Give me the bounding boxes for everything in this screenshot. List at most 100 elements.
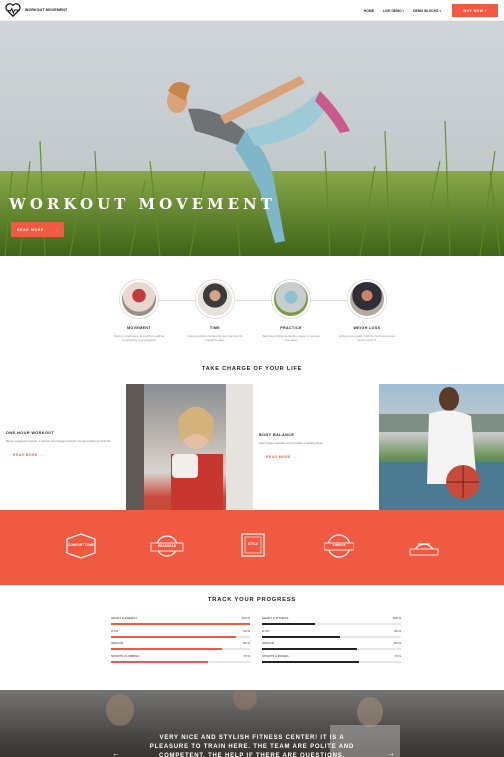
top-navbar: WORKOUT MOVEMENT HOME LIVE DEMO ▾ DEMO B… — [0, 0, 504, 21]
nav-link-label: LIVE DEMO — [382, 8, 402, 13]
progress-track — [111, 635, 250, 638]
progress-fill — [111, 623, 250, 626]
arrow-right-icon: → — [293, 455, 298, 460]
feature-image-woman-mug — [126, 384, 253, 510]
section-title-progress: TRACK YOUR PROGRESS — [207, 597, 297, 603]
progress-label: INDOOR — [262, 641, 274, 645]
testimonial-quote: VERY NICE AND STYLISH FITNESS CENTER! IT… — [149, 735, 355, 757]
progress-value: 100 % — [392, 616, 401, 620]
nav-links: HOME LIVE DEMO ▾ DEMO BLOCKS ▾ BUY NOW › — [355, 0, 498, 21]
brand-name: COMFORT ZONE — [68, 543, 94, 547]
progress-value: 90 % — [243, 628, 250, 633]
step-text: Achieve your goals. It will be hard some… — [338, 334, 396, 342]
progress-label: SPORTS & BONES — [262, 653, 289, 658]
feature-text: Sport helps maintain and provides a heal… — [259, 441, 324, 445]
brand-name: cupcake — [417, 542, 431, 546]
read-more-label: READ MORE — [266, 455, 291, 460]
steps-section: MOVEMENT Start by small steps, and with … — [0, 256, 504, 361]
feature-read-more-link[interactable]: READ MORE → — [13, 453, 118, 457]
progress-label: HEART & FITNESS — [262, 616, 289, 620]
step-photo — [196, 280, 234, 318]
step-photo — [348, 280, 386, 318]
buy-now-button[interactable]: BUY NOW › — [452, 4, 498, 17]
progress-label: HEART & ENERGY — [111, 616, 138, 620]
progress-fill — [111, 635, 237, 638]
brand-name[interactable]: WORKOUT MOVEMENT — [25, 8, 67, 12]
nav-link-home[interactable]: HOME — [364, 9, 374, 13]
steps-connector-line — [140, 300, 365, 301]
progress-bar-header: INDOOR 80 % — [262, 641, 401, 645]
brand-name: CAMERAS — [332, 544, 346, 547]
progress-bar-header: HEART & FITNESS 100 % — [262, 616, 401, 620]
feature-title: BODY BALANCE — [259, 433, 295, 437]
progress-label: GYM — [111, 628, 118, 633]
hero-read-more-button[interactable]: READ MORE → — [11, 222, 64, 237]
progress-bar-header: GYM 90 % — [111, 629, 250, 633]
brand-name: BEARHEAD — [157, 544, 177, 548]
progress-fill — [262, 660, 360, 663]
progress-value: 80 % — [243, 641, 250, 645]
progress-track — [262, 623, 401, 626]
step-movement: MOVEMENT Start by small steps, and with … — [109, 280, 169, 342]
buy-now-label: BUY NOW — [463, 8, 484, 13]
step-practice: PRACTICE Take two or three workouts a we… — [261, 280, 321, 342]
feature-text: Being engaged in sports, a person can ch… — [6, 439, 112, 443]
section-title-charge: TAKE CHARGE OF YOUR LIFE — [201, 366, 303, 372]
step-title: TIME — [209, 326, 221, 330]
progress-track — [111, 648, 250, 651]
progress-fill — [111, 660, 209, 663]
progress-bar-header: SPORTS CLUBBING 70 % — [111, 654, 250, 658]
feature-read-more-link[interactable]: READ MORE → — [266, 455, 371, 459]
heart-pulse-logo-icon[interactable] — [5, 3, 21, 17]
hero-read-more-label: READ MORE — [17, 227, 44, 232]
testimonial-next-arrow-icon[interactable]: → — [387, 749, 395, 757]
progress-bar-right: SPORTS & BONES 70 % — [262, 654, 401, 663]
feature-body-balance: BODY BALANCE Sport helps maintain and pr… — [259, 384, 371, 510]
step-title: PRACTICE — [280, 326, 302, 330]
progress-track — [111, 623, 250, 626]
progress-track — [262, 635, 401, 638]
brand-logo-style[interactable]: STYLE — [241, 533, 265, 558]
progress-value: 70 % — [243, 653, 250, 658]
progress-bar-right: HEART & FITNESS 100 % — [262, 616, 401, 626]
feature-title: ONE-HOUR WORKOUT — [6, 431, 55, 435]
step-weigh-loss: WEIGH LOSS Achieve your goals. It will b… — [337, 280, 397, 342]
testimonial-prev-arrow-icon[interactable]: ← — [112, 749, 120, 757]
progress-bar-left: INDOOR 80 % — [111, 641, 250, 651]
nav-link-live-demo[interactable]: LIVE DEMO ▾ — [383, 9, 404, 13]
hero-section: WORKOUT MOVEMENT READ MORE → — [0, 21, 504, 256]
testimonial-section: ← VERY NICE AND STYLISH FITNESS CENTER! … — [0, 690, 504, 757]
progress-value: 80 % — [394, 641, 401, 645]
brand-logo-bearhead[interactable]: BEARHEAD — [150, 533, 184, 560]
chevron-right-icon: › — [484, 8, 487, 13]
brand-logo-cupcake[interactable]: cupcake — [408, 533, 440, 560]
nav-link-label: DEMO BLOCKS — [413, 8, 439, 13]
progress-fill — [262, 623, 315, 626]
feature-image-basketball — [379, 384, 504, 510]
nav-link-demo-blocks[interactable]: DEMO BLOCKS ▾ — [413, 9, 441, 13]
progress-bar-header: SPORTS & BONES 70 % — [262, 654, 401, 658]
woman-with-mug-photo — [126, 384, 253, 510]
read-more-label: READ MORE — [13, 453, 38, 458]
progress-track — [262, 648, 401, 651]
progress-track — [262, 660, 401, 663]
progress-bar-left: HEART & ENERGY 100 % — [111, 616, 250, 626]
brand-logo-comfort-zone[interactable]: COMFORT ZONE — [65, 533, 97, 560]
progress-track — [111, 660, 250, 663]
brand-logo-cameras[interactable]: CAMERAS — [323, 533, 355, 560]
step-text: Start by small steps, and with you will … — [113, 334, 165, 342]
progress-value: 70 % — [394, 653, 401, 658]
arrow-right-icon: → — [54, 227, 59, 232]
progress-bar-header: GYM 90 % — [262, 629, 401, 633]
step-title: MOVEMENT — [127, 326, 151, 330]
caret-down-icon: ▾ — [402, 8, 405, 13]
progress-bar-right: GYM 90 % — [262, 629, 401, 638]
progress-value: 90 % — [394, 628, 401, 633]
progress-bar-left: GYM 90 % — [111, 629, 250, 638]
brand-logos-band: COMFORT ZONE BEARHEAD STYLE CAMERAS cupc… — [0, 510, 504, 585]
brand-name: STYLE — [247, 542, 259, 546]
progress-fill — [111, 648, 223, 651]
step-photo — [272, 280, 310, 318]
step-time: TIME Give sixty-thirty minutes for your … — [185, 280, 245, 342]
step-text: Take two or three workouts a week to mai… — [262, 334, 320, 342]
